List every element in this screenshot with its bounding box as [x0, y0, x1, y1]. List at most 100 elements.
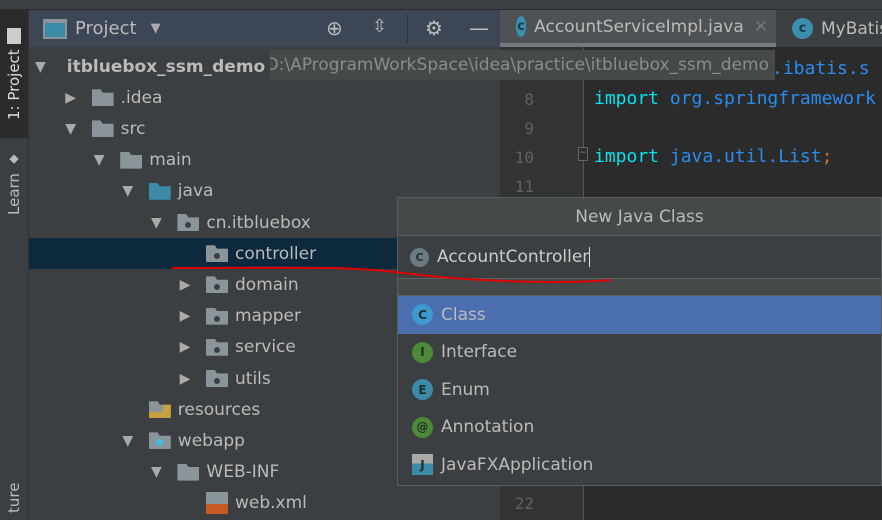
project-tool-tab[interactable]: 1: Project — [0, 10, 28, 138]
new-java-class-dialog: New Java Class C AccountController C Clas… — [397, 197, 882, 486]
xml-file-icon — [206, 492, 228, 515]
expanded-arrow-icon[interactable]: ▼ — [121, 433, 135, 449]
collapsed-arrow-icon[interactable]: ▶ — [178, 371, 192, 387]
tree-item-label: WEB-INF — [206, 462, 280, 483]
class-name-input[interactable]: C AccountController — [398, 236, 881, 279]
tab-label: AccountServiceImpl.java — [534, 16, 744, 37]
tree-item-label: .idea — [120, 87, 163, 108]
code-token: import — [594, 88, 660, 109]
folder-icon — [91, 89, 114, 107]
project-view-selector[interactable]: Project — [75, 18, 137, 39]
fold-icon[interactable]: − — [578, 147, 588, 161]
tree-item-label: mapper — [235, 306, 302, 327]
tree-item-label: controller — [235, 243, 317, 264]
tab-label: MyBatis — [821, 18, 882, 39]
tree-item-label: domain — [235, 274, 299, 295]
locate-icon[interactable]: ⊕ — [326, 16, 343, 40]
kind-annotation[interactable]: @ Annotation — [398, 409, 881, 447]
kind-interface[interactable]: I Interface — [398, 334, 881, 372]
code-token: import — [594, 146, 660, 167]
kind-label: Interface — [441, 342, 518, 363]
expanded-arrow-icon[interactable]: ▼ — [35, 59, 46, 75]
expanded-arrow-icon[interactable]: ▼ — [64, 121, 78, 137]
minimize-icon[interactable]: — — [469, 16, 489, 40]
structure-tool-tab[interactable]: ture — [0, 475, 28, 520]
kind-javafxapplication[interactable]: J JavaFXApplication — [398, 446, 881, 484]
gear-icon[interactable]: ⚙ — [425, 16, 443, 40]
tree-item--idea[interactable]: ▶ .idea — [29, 82, 500, 113]
learn-tool-tab-label: Learn — [5, 173, 23, 215]
class-icon: C — [410, 247, 429, 267]
tree-item-main[interactable]: ▼ main — [29, 145, 500, 176]
collapse-all-icon[interactable]: ⇳ — [372, 16, 387, 37]
code-token: java.util.List — [669, 146, 822, 167]
kind-label: Annotation — [441, 417, 535, 438]
chevron-down-icon[interactable]: ▼ — [151, 21, 161, 36]
code-line: import java.util.List; — [594, 146, 832, 167]
tab-mybatis[interactable]: c MyBatis — [776, 10, 882, 47]
learn-tool-tab[interactable]: Learn ◆ — [0, 144, 28, 224]
close-icon[interactable]: ✕ — [754, 17, 768, 37]
kind-label: JavaFXApplication — [441, 454, 594, 475]
path-tooltip: D:\AProgramWorkSpace\idea\practice\itblu… — [270, 50, 775, 80]
package-icon — [206, 338, 228, 356]
tree-item-label: web.xml — [235, 493, 307, 514]
dialog-separator — [398, 279, 881, 296]
project-tool-tab-label: 1: Project — [5, 49, 23, 121]
kind-label: Enum — [441, 379, 490, 400]
editor-tabs: c AccountServiceImpl.java ✕ c MyBatis — [500, 10, 882, 47]
folder-icon — [177, 463, 200, 481]
tree-item-label: cn.itbluebox — [206, 212, 311, 233]
expanded-arrow-icon[interactable]: ▼ — [121, 183, 135, 199]
expanded-arrow-icon[interactable]: ▼ — [149, 215, 163, 231]
tree-item-label: itbluebox_ssm_demo — [66, 56, 266, 77]
folder-icon — [91, 120, 114, 138]
kind-list: C Class I Interface E Enum @ Annotation J JavaFXA… — [398, 296, 881, 484]
line-number: 9 — [524, 119, 534, 138]
left-tool-stripe: 1: Project Learn ◆ ture — [0, 10, 29, 520]
tab-account-service-impl[interactable]: c AccountServiceImpl.java ✕ — [500, 10, 776, 47]
folder-icon — [7, 27, 21, 44]
tree-item-label: java — [177, 181, 214, 202]
kind-enum[interactable]: E Enum — [398, 371, 881, 409]
resources-folder-icon — [148, 401, 171, 419]
package-icon — [206, 370, 228, 387]
line-number: 22 — [514, 494, 534, 513]
kind-label: Class — [441, 304, 486, 325]
kind-class[interactable]: C Class — [398, 296, 881, 334]
package-icon — [206, 307, 228, 325]
tree-item-label: webapp — [177, 430, 245, 451]
tree-item-web-xml[interactable]: web.xml — [29, 488, 500, 519]
code-line: import org.springframework — [594, 88, 876, 109]
interface-icon: I — [412, 341, 433, 363]
expanded-arrow-icon[interactable]: ▼ — [149, 464, 163, 480]
code-token: ; — [821, 146, 833, 167]
collapsed-arrow-icon[interactable]: ▶ — [64, 90, 78, 106]
line-number: 8 — [524, 90, 534, 109]
collapsed-arrow-icon[interactable]: ▶ — [178, 277, 192, 293]
title-bar — [0, 0, 882, 10]
tree-item-src[interactable]: ▼ src — [29, 113, 500, 144]
package-icon — [206, 245, 228, 263]
structure-tool-tab-label: ture — [5, 482, 23, 513]
project-view-icon — [43, 18, 67, 39]
package-icon — [177, 214, 200, 231]
tree-item-label: src — [120, 118, 146, 139]
collapsed-arrow-icon[interactable]: ▶ — [178, 308, 192, 324]
folder-icon — [120, 151, 143, 169]
class-icon: c — [792, 18, 813, 39]
tree-item-label: service — [235, 337, 296, 358]
class-name-value: AccountController — [437, 247, 590, 267]
expanded-arrow-icon[interactable]: ▼ — [92, 152, 106, 168]
javafxapplication-icon: J — [412, 454, 433, 476]
enum-icon: E — [412, 379, 433, 401]
collapsed-arrow-icon[interactable]: ▶ — [178, 339, 192, 355]
text-caret — [589, 247, 591, 267]
line-number: 11 — [514, 177, 534, 196]
tree-item-label: main — [149, 150, 192, 171]
line-number: 10 — [514, 148, 534, 167]
package-icon — [206, 276, 228, 294]
learn-icon: ◆ — [7, 153, 21, 168]
web-folder-icon — [148, 432, 171, 450]
dialog-title: New Java Class — [398, 198, 881, 236]
